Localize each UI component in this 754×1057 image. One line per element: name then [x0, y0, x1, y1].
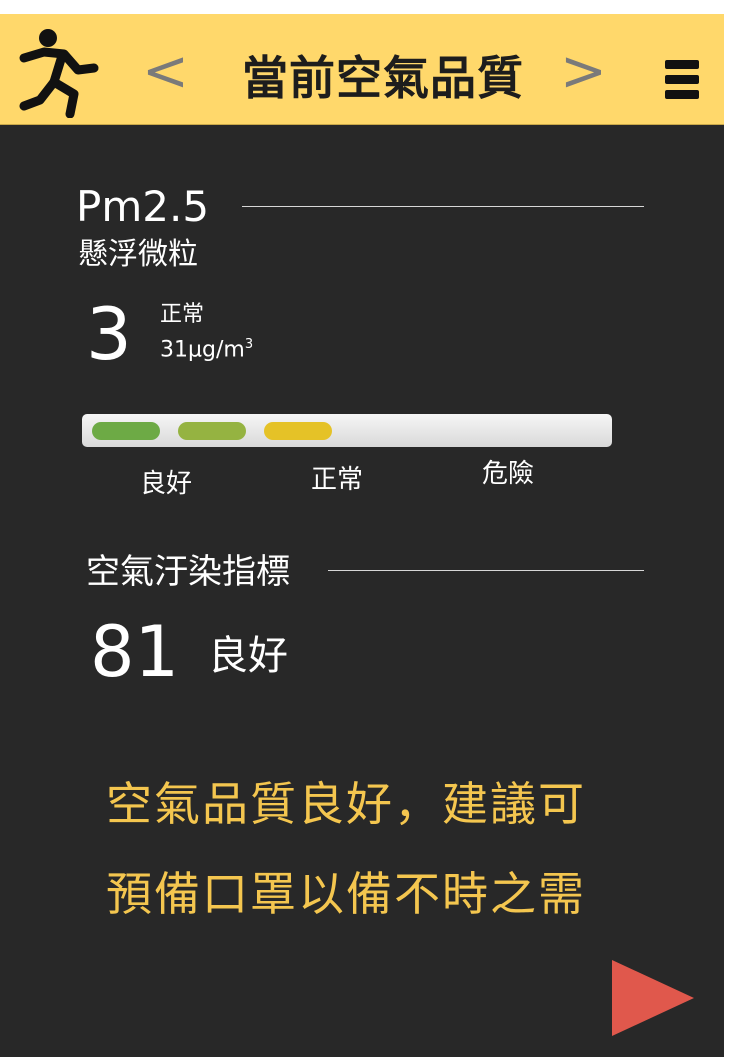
- advice-line-1: 空氣品質良好，建議可: [106, 777, 586, 831]
- menu-bar: [665, 75, 699, 84]
- pm25-status: 正常: [160, 302, 205, 327]
- aqi-divider: [328, 570, 644, 571]
- advice-line-2: 預備口罩以備不時之需: [106, 867, 586, 921]
- menu-bar: [665, 60, 699, 69]
- aqi-status: 良好: [208, 633, 288, 679]
- aqi-value: 81: [90, 611, 180, 693]
- page-title: 當前空氣品質: [242, 51, 524, 105]
- next-button[interactable]: >: [560, 44, 607, 100]
- top-header: < 當前空氣品質 >: [0, 14, 724, 125]
- play-triangle-icon[interactable]: [612, 960, 694, 1036]
- pm25-unit-superscript: 3: [244, 337, 254, 352]
- air-quality-level-bar: [82, 414, 612, 447]
- previous-button[interactable]: <: [142, 44, 189, 100]
- app-screen: < 當前空氣品質 > Pm2.5 懸浮微粒 3 正常 31µg/m3 良好 正常…: [0, 14, 724, 1057]
- pm25-concentration: 31µg/m3: [160, 332, 253, 363]
- level-segment-moderate: [178, 422, 246, 440]
- pm25-value: 3: [86, 292, 132, 376]
- pm25-divider: [242, 206, 644, 207]
- level-segment-normal: [264, 422, 332, 440]
- hamburger-menu-icon[interactable]: [665, 60, 699, 100]
- scale-label-danger: 危險: [482, 459, 535, 489]
- aqi-title: 空氣汙染指標: [86, 552, 290, 592]
- menu-bar: [665, 90, 699, 99]
- pm25-title: Pm2.5: [76, 182, 210, 231]
- scale-label-good: 良好: [140, 469, 193, 499]
- running-person-icon: [19, 29, 99, 118]
- pm25-subtitle: 懸浮微粒: [78, 237, 198, 272]
- pm25-concentration-text: 31µg/m: [160, 337, 245, 363]
- scale-label-normal: 正常: [311, 465, 364, 495]
- level-segment-good: [92, 422, 160, 440]
